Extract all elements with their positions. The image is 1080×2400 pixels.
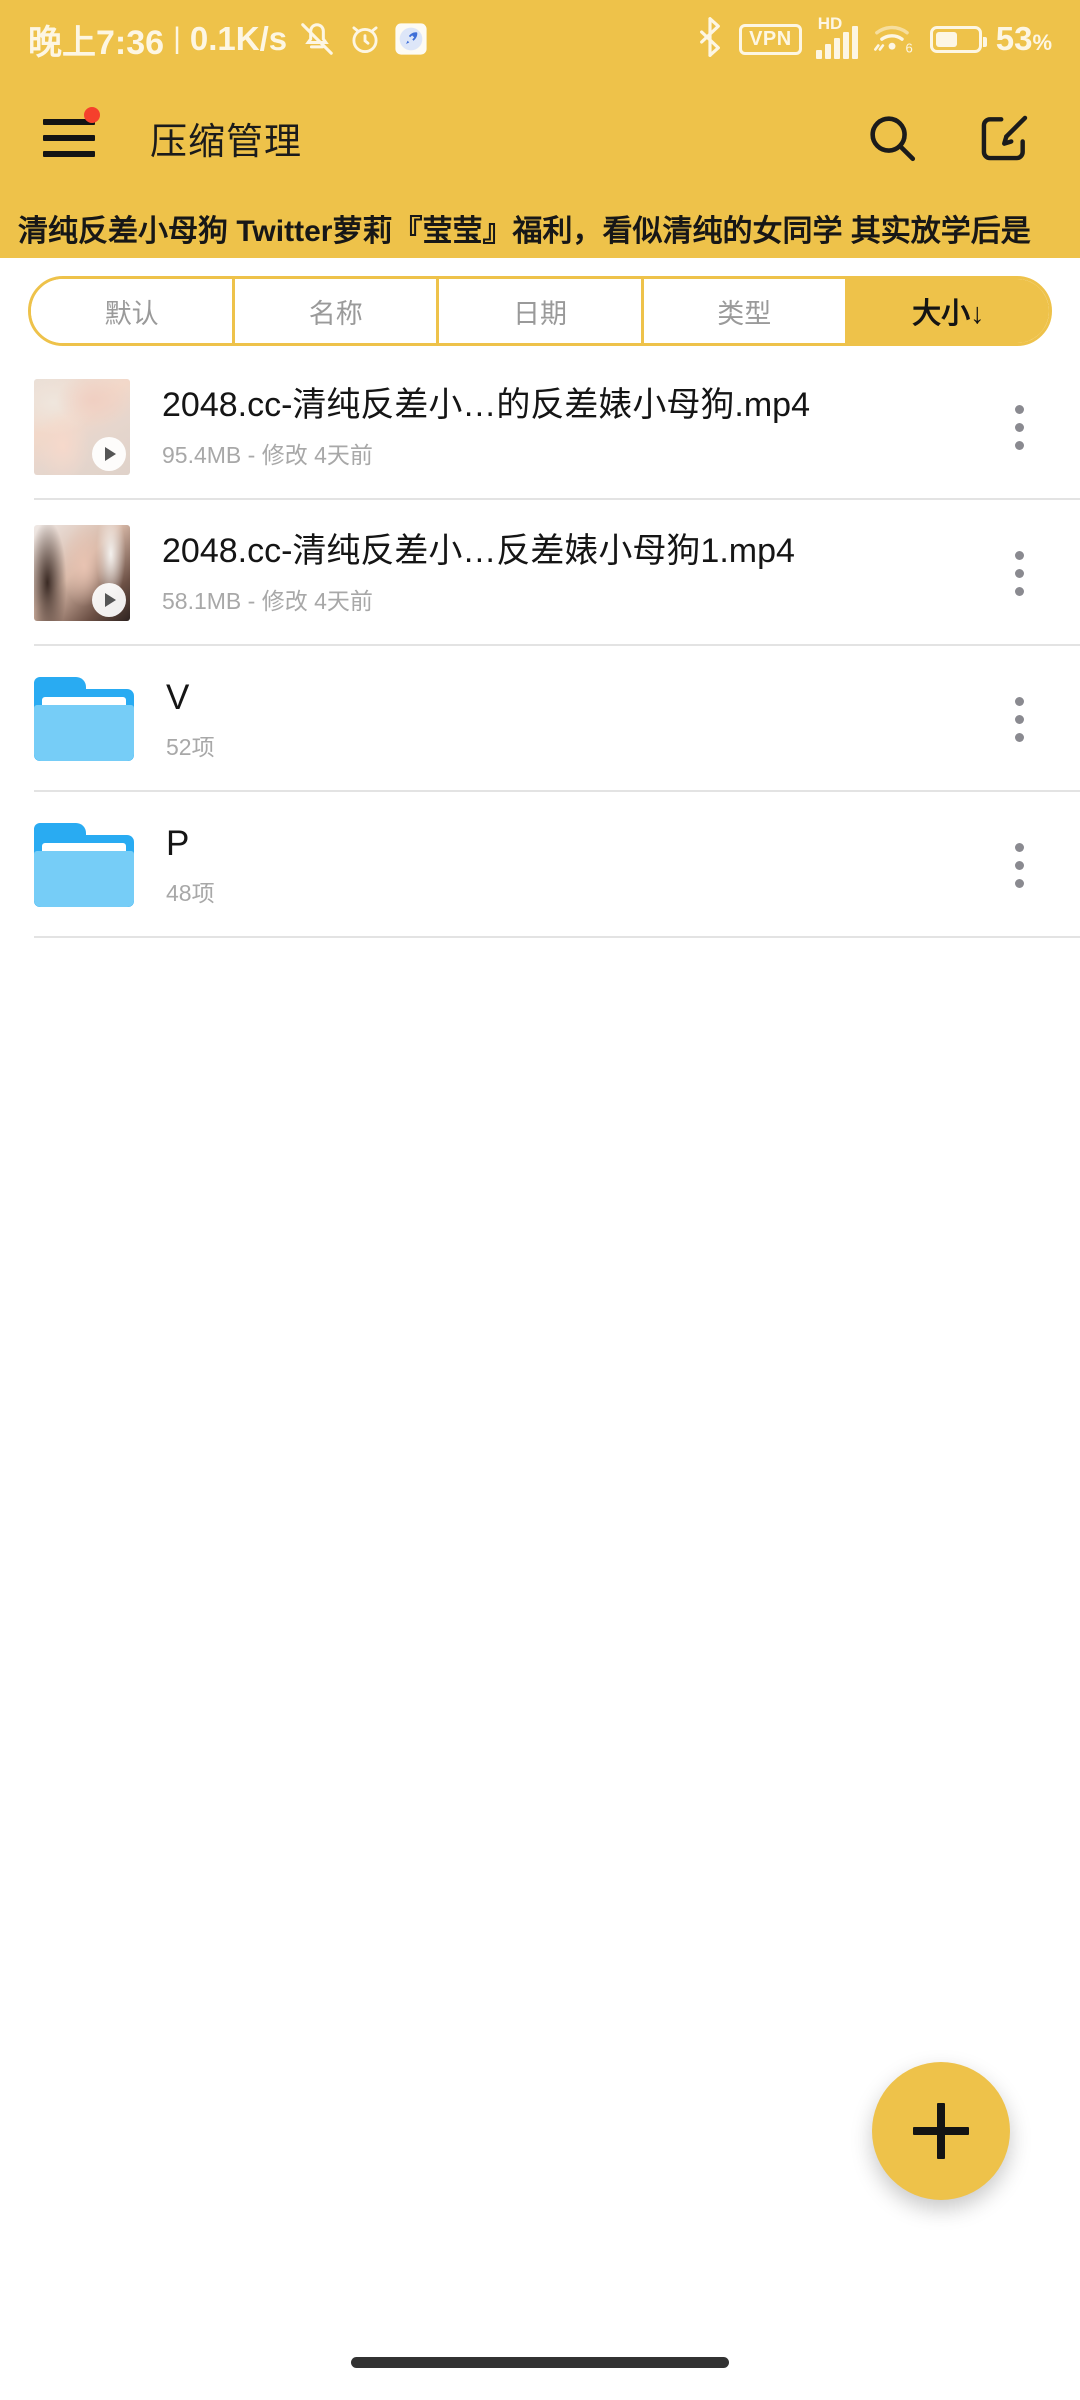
file-name: 2048.cc-清纯反差小…反差婊小母狗1.mp4 [162, 532, 795, 571]
list-item[interactable]: V 52项 [0, 646, 1080, 792]
add-fab-button[interactable] [872, 2062, 1010, 2200]
list-item-meta: 2048.cc-清纯反差小…的反差婊小母狗.mp4 95.4MB - 修改 4天… [162, 384, 984, 470]
battery-percent: 53% [996, 20, 1052, 58]
app-bar-actions [860, 106, 1036, 170]
percent-symbol: % [1032, 30, 1052, 55]
more-vertical-icon[interactable] [984, 382, 1054, 472]
hamburger-bar [43, 151, 95, 157]
vpn-icon: VPN [739, 23, 802, 55]
hamburger-menu-icon[interactable] [30, 99, 108, 177]
more-vertical-icon[interactable] [984, 528, 1054, 618]
sort-bar: 默认 名称 日期 类型 大小↓ [28, 276, 1052, 346]
hamburger-bar [43, 135, 95, 141]
status-separator: | [173, 22, 181, 55]
play-icon [92, 583, 126, 617]
status-bar-left: 晚上7:36 | 0.1K/s [28, 15, 695, 64]
file-name: 2048.cc-清纯反差小…的反差婊小母狗.mp4 [162, 386, 810, 425]
menu-notification-badge [84, 107, 100, 123]
wifi6-icon: 6 [872, 19, 916, 60]
hd-signal-icon: HD [815, 15, 858, 59]
app-screen: 晚上7:36 | 0.1K/s VPN HD 6 53% 压缩管理 清纯反差小母… [0, 0, 1080, 2400]
battery-percent-value: 53 [995, 20, 1033, 57]
sort-tab-default[interactable]: 默认 [31, 279, 236, 343]
list-item[interactable]: P 48项 [0, 792, 1080, 938]
search-icon[interactable] [860, 106, 924, 170]
network-rate: 0.1K/s [189, 20, 288, 57]
folder-name: V [166, 677, 190, 717]
list-item-meta: V 52项 [166, 676, 984, 763]
list-item-meta: P 48项 [166, 822, 984, 909]
hd-label: HD [817, 14, 843, 33]
battery-icon [929, 25, 987, 53]
video-thumbnail [34, 525, 130, 621]
sort-tab-date[interactable]: 日期 [439, 279, 644, 343]
file-subtitle: 58.1MB - 修改 4天前 [162, 587, 373, 614]
folder-front [34, 705, 134, 761]
more-vertical-icon[interactable] [984, 820, 1054, 910]
folder-subtitle: 48项 [166, 880, 215, 907]
file-list: 2048.cc-清纯反差小…的反差婊小母狗.mp4 95.4MB - 修改 4天… [0, 354, 1080, 938]
list-item[interactable]: 2048.cc-清纯反差小…的反差婊小母狗.mp4 95.4MB - 修改 4天… [0, 354, 1080, 500]
folder-subtitle: 52项 [166, 734, 215, 761]
list-divider [34, 936, 1080, 938]
list-item-meta: 2048.cc-清纯反差小…反差婊小母狗1.mp4 58.1MB - 修改 4天… [162, 530, 984, 616]
system-navigation-bar [0, 2324, 1080, 2400]
bluetooth-icon [695, 16, 725, 62]
mute-icon [298, 20, 336, 58]
more-vertical-icon[interactable] [984, 674, 1054, 764]
folder-icon [34, 677, 134, 761]
sort-tab-size[interactable]: 大小↓ [847, 279, 1049, 343]
list-item[interactable]: 2048.cc-清纯反差小…反差婊小母狗1.mp4 58.1MB - 修改 4天… [0, 500, 1080, 646]
home-gesture-pill[interactable] [351, 2356, 729, 2368]
sort-tab-type[interactable]: 类型 [643, 279, 848, 343]
sort-bar-wrapper: 默认 名称 日期 类型 大小↓ [0, 258, 1080, 354]
play-icon [92, 437, 126, 471]
status-bar: 晚上7:36 | 0.1K/s VPN HD 6 53% [0, 0, 1080, 78]
video-thumbnail [34, 379, 130, 475]
folder-icon [34, 823, 134, 907]
breadcrumb-text: 清纯反差小母狗 Twitter萝莉『莹莹』福利，看似清纯的女同学 其实放学后是 [18, 215, 1031, 248]
breadcrumb[interactable]: 清纯反差小母狗 Twitter萝莉『莹莹』福利，看似清纯的女同学 其实放学后是 [0, 198, 1080, 258]
svg-text:6: 6 [905, 40, 912, 54]
status-bar-right: VPN HD 6 53% [695, 15, 1052, 62]
folder-name: P [166, 823, 190, 863]
rocket-boost-icon [394, 22, 428, 56]
compose-edit-icon[interactable] [972, 106, 1036, 170]
sort-tab-name[interactable]: 名称 [235, 279, 440, 343]
battery-fill [935, 31, 957, 47]
file-subtitle: 95.4MB - 修改 4天前 [162, 441, 373, 468]
alarm-icon [347, 21, 383, 57]
page-title: 压缩管理 [150, 121, 302, 162]
app-bar: 压缩管理 [0, 78, 1080, 198]
folder-front [34, 851, 134, 907]
status-clock: 晚上7:36 [28, 23, 165, 62]
plus-icon [913, 2103, 969, 2159]
